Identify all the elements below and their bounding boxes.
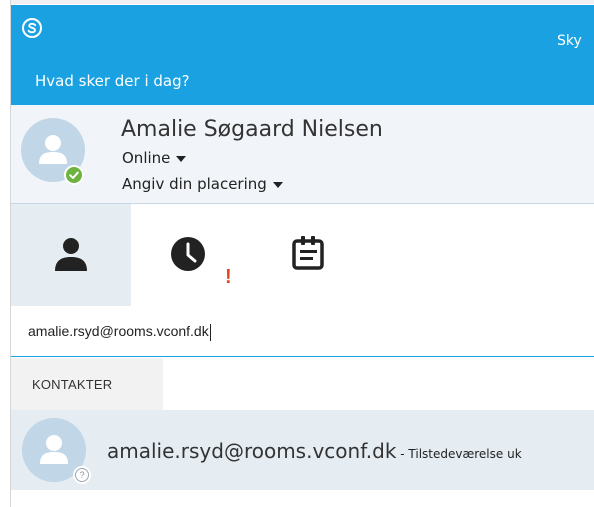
list-item[interactable]: ? amalie.rsyd@rooms.vconf.dk - Tilstedev…: [11, 410, 594, 490]
caret-down-icon: [176, 155, 187, 162]
recent-alert-badge: !: [225, 266, 232, 288]
contacts-group-label: KONTAKTER: [32, 377, 113, 392]
header-bar: [11, 5, 594, 105]
contact-address: amalie.rsyd@rooms.vconf.dk: [107, 439, 397, 463]
search-text: amalie.rsyd@rooms.vconf.dk: [28, 323, 209, 339]
location-dropdown[interactable]: Angiv din placering: [122, 175, 283, 193]
app-title: Sky: [557, 33, 582, 49]
presence-unknown-glyph: ?: [75, 468, 89, 482]
calendar-notes-icon: [292, 236, 324, 270]
contact-presence-status: - Tilstedeværelse uk: [396, 447, 522, 461]
presence-unknown-icon: ?: [73, 466, 91, 484]
search-value: amalie.rsyd@rooms.vconf.dk: [28, 323, 211, 341]
person-icon: [55, 238, 87, 271]
mood-message-input[interactable]: Hvad sker der i dag?: [35, 72, 190, 90]
profile-name: Amalie Søgaard Nielsen: [121, 117, 383, 142]
caret-down-icon: [272, 181, 283, 188]
search-input[interactable]: amalie.rsyd@rooms.vconf.dk: [11, 307, 594, 357]
clock-icon: [171, 237, 205, 271]
contact-name: amalie.rsyd@rooms.vconf.dk - Tilstedevær…: [107, 439, 522, 463]
location-label: Angiv din placering: [122, 175, 267, 193]
tab-contacts[interactable]: [11, 204, 131, 306]
contacts-group-header[interactable]: KONTAKTER: [11, 358, 163, 410]
window-left-edge: [10, 0, 11, 507]
text-cursor: [209, 323, 211, 341]
status-dropdown[interactable]: Online: [122, 149, 187, 167]
window-top-edge: [10, 0, 594, 4]
skype-window: Sky Hvad sker der i dag? Amalie Søgaard …: [0, 0, 594, 507]
skype-logo-icon: [21, 17, 43, 39]
tab-recent[interactable]: [131, 204, 253, 306]
status-label: Online: [122, 149, 171, 167]
presence-online-icon: [64, 165, 84, 185]
tab-meetings[interactable]: [253, 204, 373, 306]
